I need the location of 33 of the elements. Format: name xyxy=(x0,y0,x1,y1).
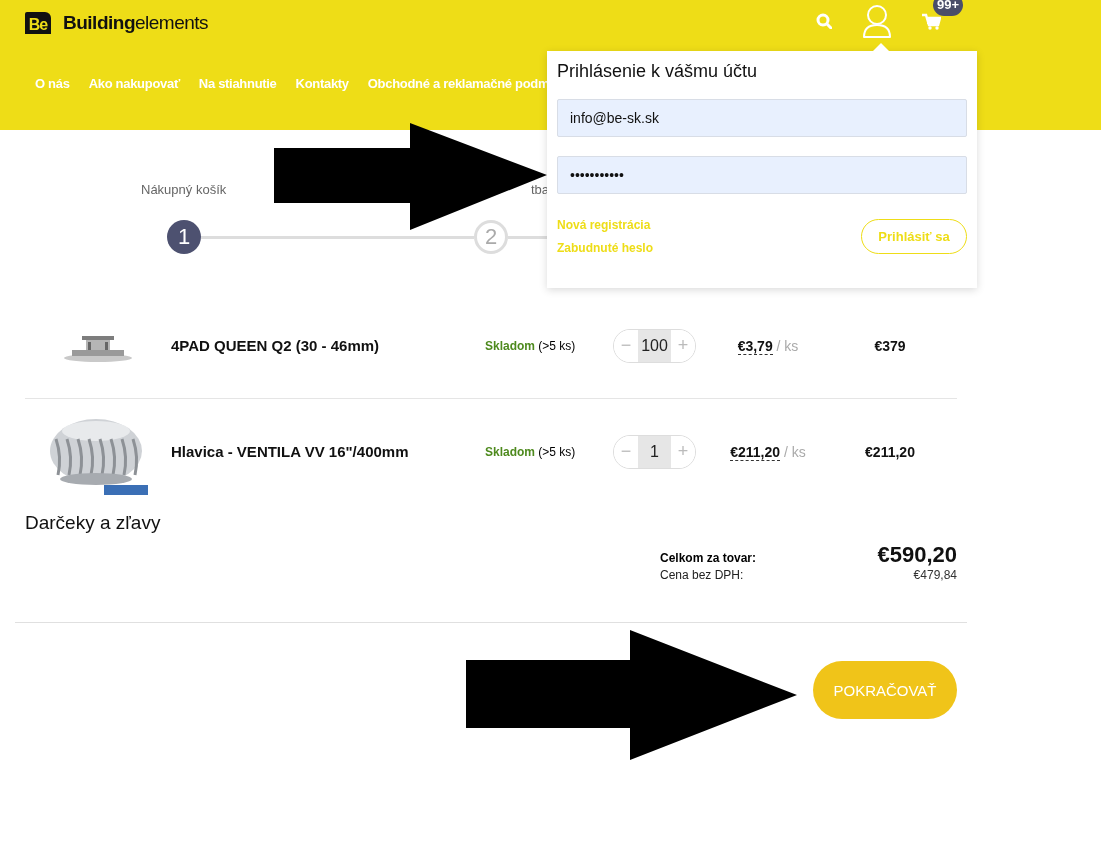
stock-status: Skladom (>5 ks) xyxy=(485,444,577,459)
nav-link[interactable]: O nás xyxy=(35,76,70,91)
cart-count-badge: 99+ xyxy=(933,0,964,16)
summary-value: €590,20 xyxy=(877,542,957,568)
user-icon[interactable] xyxy=(862,4,892,38)
product-name[interactable]: 4PAD QUEEN Q2 (30 - 46mm) xyxy=(171,337,485,354)
password-field[interactable]: ••••••••••• xyxy=(557,156,967,194)
summary-label: Cena bez DPH: xyxy=(660,568,744,582)
nav-link[interactable]: Na stiahnutie xyxy=(198,76,277,91)
unit-price: €211,20 / ks xyxy=(729,443,807,460)
nav-link[interactable]: Ako nakupovať xyxy=(88,76,180,91)
row-total: €379 xyxy=(873,337,907,354)
product-name[interactable]: Hlavica - VENTILA VV 16"/400mm xyxy=(171,443,485,460)
row-total: €211,20 xyxy=(864,443,916,460)
stock-status: Skladom (>5 ks) xyxy=(485,338,577,353)
nav-link[interactable]: Kontakty xyxy=(295,76,349,91)
logo-mark[interactable]: Be xyxy=(25,12,51,34)
account-link[interactable]: Zabudnuté heslo xyxy=(557,241,653,255)
section-heading: Darčeky a zľavy xyxy=(25,512,162,535)
summary-value: €479,84 xyxy=(913,568,957,582)
email-field[interactable]: info@be-sk.sk xyxy=(557,99,967,137)
summary-label: Celkom za tovar: xyxy=(660,551,757,565)
login-button[interactable]: Prihlásiť sa xyxy=(861,219,967,254)
popup-title: Prihlásenie k vášmu účtu xyxy=(557,61,759,82)
unit-price: €3,79 / ks xyxy=(736,337,800,354)
step-number: 1 xyxy=(167,220,201,254)
logo-text[interactable]: Buildingelements xyxy=(63,12,209,34)
step-number: 2 xyxy=(474,220,508,254)
account-link[interactable]: Nová registrácia xyxy=(557,218,653,232)
search-icon[interactable] xyxy=(816,13,832,29)
cart-icon[interactable] xyxy=(922,12,941,30)
step-label: Nákupný košík xyxy=(141,182,227,197)
continue-button[interactable]: POKRAČOVAŤ xyxy=(813,661,957,719)
